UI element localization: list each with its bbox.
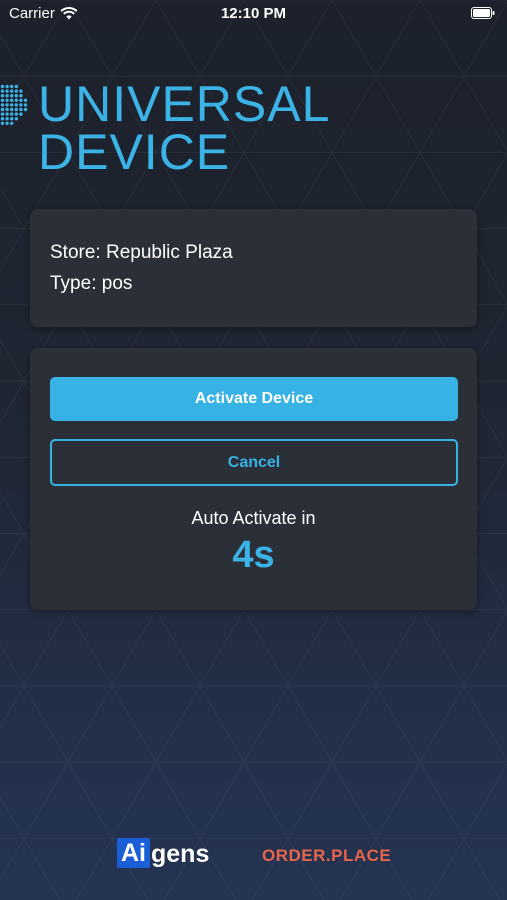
cancel-button[interactable]: Cancel	[50, 439, 458, 486]
aigens-logo-gens: gens	[151, 840, 210, 868]
status-time: 12:10 PM	[220, 5, 287, 22]
battery-icon	[471, 7, 495, 19]
app-title-line-2: DEVICE	[38, 124, 231, 180]
aigens-logo: Ai gens	[117, 838, 209, 868]
universal-device-logo-mark	[0, 84, 28, 125]
countdown-timer: 4s	[232, 534, 275, 576]
footer-logos: Ai gens ORDER.PLACE	[0, 836, 507, 876]
auto-activate-label: Auto Activate in	[191, 508, 316, 528]
activation-card: Activate Device Cancel Auto Activate in …	[30, 348, 477, 610]
aigens-logo-ai: Ai	[117, 838, 150, 868]
app-title: UNIVERSAL DEVICE	[38, 76, 331, 180]
orderplace-logo: ORDER.PLACE	[262, 846, 392, 865]
device-info-card: Store: Republic Plaza Type: pos	[30, 209, 477, 327]
device-type-label: Type: pos	[50, 273, 133, 294]
app-title-line-1: UNIVERSAL	[38, 76, 331, 132]
activate-device-button[interactable]: Activate Device	[50, 377, 458, 421]
status-bar: Carrier 12:10 PM	[0, 0, 507, 28]
store-label: Store: Republic Plaza	[50, 242, 233, 263]
